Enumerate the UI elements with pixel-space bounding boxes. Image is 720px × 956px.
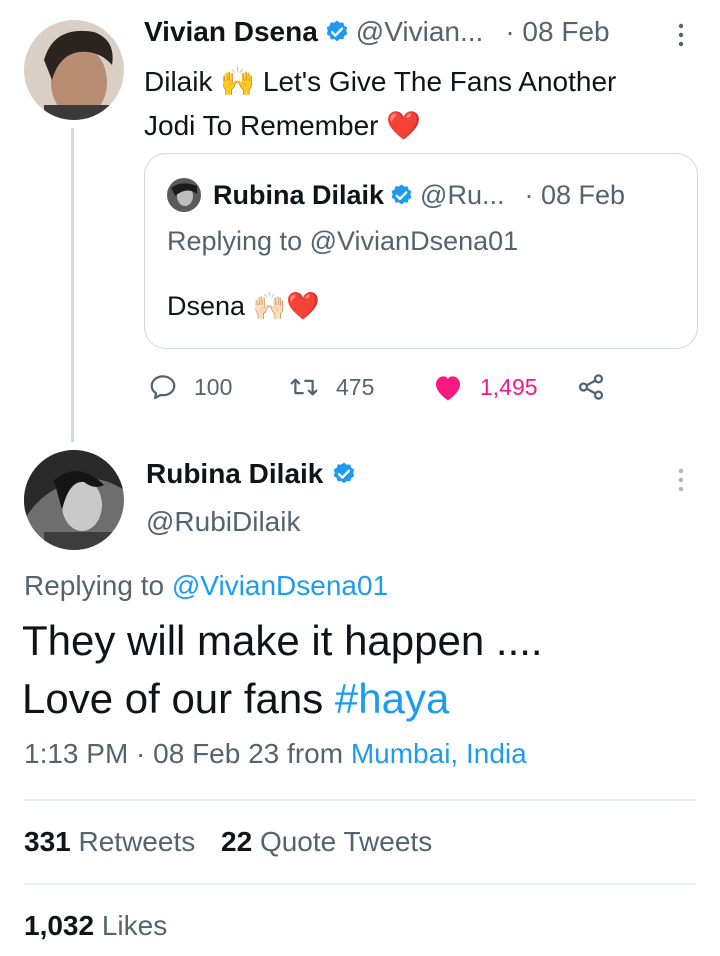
retweets-stat[interactable]: 331 Retweets — [24, 826, 203, 857]
more-options-icon[interactable] — [676, 22, 686, 48]
quoted-author-handle: @Ru... — [420, 179, 505, 210]
vivian-avatar[interactable] — [24, 20, 124, 120]
parent-tweet-text-line2: Jodi To Remember ❤️ — [144, 110, 422, 141]
location-link[interactable]: Mumbai, India — [351, 738, 527, 769]
like-button[interactable]: 1,495 — [432, 372, 538, 402]
quoted-replying-handle: @VivianDsena01 — [309, 226, 519, 256]
retweet-icon — [290, 378, 318, 396]
hashtag-link[interactable]: #haya — [335, 675, 449, 722]
retweets-label: Retweets — [78, 826, 196, 857]
main-replying-prefix: Replying to — [24, 570, 165, 601]
verified-badge-icon — [391, 184, 412, 204]
parent-tweet-header: Vivian Dsena @Vivian... · 08 Feb — [144, 16, 610, 48]
heart-filled-icon — [436, 376, 460, 401]
rubina-small-avatar — [167, 178, 201, 212]
tweet-timestamp: 1:13 PM · 08 Feb 23 from Mumbai, India — [24, 738, 527, 770]
rubina-avatar[interactable] — [24, 450, 124, 550]
tweet-action-bar: 100 475 1,495 — [148, 372, 618, 406]
main-replying-handle[interactable]: @VivianDsena01 — [172, 570, 388, 601]
tweet-time: 1:13 PM · 08 Feb 23 from — [24, 738, 344, 769]
quoted-replying-to: Replying to @VivianDsena01 — [167, 226, 518, 257]
retweet-button[interactable]: 475 — [288, 372, 374, 402]
reply-count: 100 — [194, 373, 233, 400]
main-author-name[interactable]: Rubina Dilaik — [146, 458, 323, 490]
parent-tweet-date[interactable]: · 08 Feb — [505, 16, 609, 48]
parent-author-handle[interactable]: @Vivian... — [356, 16, 484, 48]
reply-button[interactable]: 100 — [148, 372, 232, 402]
main-tweet-text: They will make it happen .... Love of ou… — [22, 612, 702, 728]
retweets-count: 331 — [24, 826, 71, 857]
main-tweet-text-line2-prefix: Love of our fans — [22, 675, 324, 722]
quoted-tweet-date: · 08 Feb — [524, 179, 626, 210]
quoted-author-name: Rubina Dilaik — [213, 179, 385, 210]
verified-badge-icon — [334, 462, 355, 484]
quote-tweets-stat[interactable]: 22 Quote Tweets — [221, 826, 432, 857]
reply-icon — [150, 375, 176, 400]
likes-stat[interactable]: 1,032 Likes — [24, 910, 167, 942]
quote-tweets-label: Quote Tweets — [259, 826, 433, 857]
verified-badge-icon — [326, 20, 348, 42]
thread-line — [71, 128, 74, 442]
likes-count: 1,032 — [24, 910, 95, 941]
share-icon — [578, 374, 604, 400]
main-tweet-text-line2: Love of our fans #haya — [22, 670, 702, 728]
parent-tweet-text: Dilaik 🙌 Let's Give The Fans Another Jod… — [144, 60, 704, 148]
retweet-count: 475 — [336, 373, 375, 400]
main-author-name-row: Rubina Dilaik — [146, 458, 357, 490]
main-tweet-text-line1: They will make it happen .... — [22, 617, 543, 664]
parent-author-name[interactable]: Vivian Dsena — [144, 16, 318, 48]
divider — [24, 883, 696, 885]
divider — [24, 799, 696, 801]
share-button[interactable] — [576, 372, 606, 402]
parent-tweet-text-line1: Dilaik 🙌 Let's Give The Fans Another — [144, 66, 617, 97]
likes-label: Likes — [101, 910, 168, 941]
quoted-replying-prefix: Replying to — [167, 226, 303, 256]
like-count: 1,495 — [480, 373, 538, 400]
more-options-icon[interactable] — [676, 467, 686, 493]
main-author-handle[interactable]: @RubiDilaik — [146, 506, 300, 538]
quoted-tweet-header: Rubina Dilaik @Ru... · 08 Feb — [167, 178, 625, 212]
engagement-stats: 331 Retweets 22 Quote Tweets — [24, 826, 432, 858]
quote-tweets-count: 22 — [221, 826, 253, 857]
main-replying-to: Replying to @VivianDsena01 — [24, 570, 388, 602]
quoted-tweet-text: Dsena 🙌🏻❤️ — [167, 291, 320, 321]
quoted-tweet-card[interactable]: Rubina Dilaik @Ru... · 08 Feb Replying t… — [144, 153, 698, 349]
